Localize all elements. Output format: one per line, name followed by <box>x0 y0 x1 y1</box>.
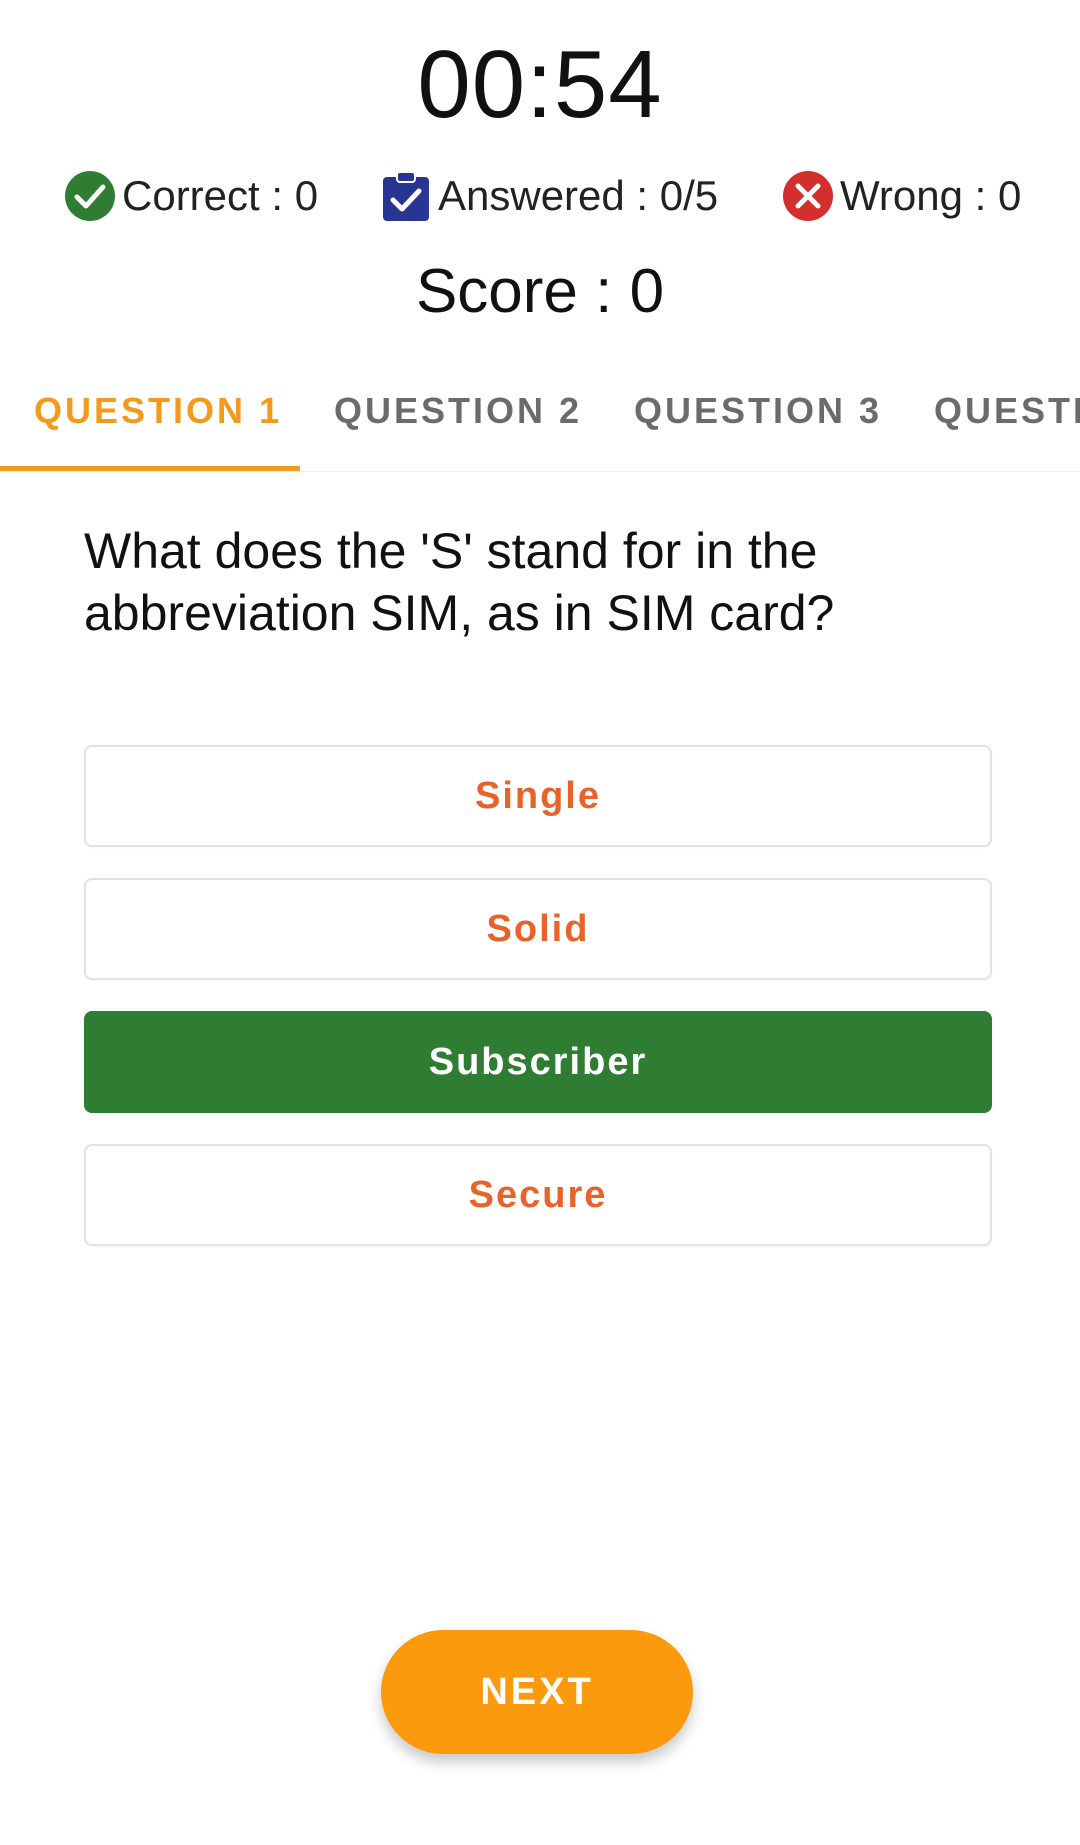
correct-stat: Correct : 0 <box>64 170 318 222</box>
check-circle-icon <box>64 170 116 222</box>
clipboard-check-icon <box>380 170 432 222</box>
score-label: Score : 0 <box>415 257 665 326</box>
tab-question-3[interactable]: QUESTION 3 <box>634 390 882 432</box>
option-secure-button[interactable]: Secure <box>84 1144 992 1246</box>
next-button[interactable]: NEXT <box>381 1630 693 1754</box>
question-text: What does the 'S' stand for in the abbre… <box>84 523 835 641</box>
option-solid-button[interactable]: Solid <box>84 878 992 980</box>
option-single-button[interactable]: Single <box>84 745 992 847</box>
wrong-stat: Wrong : 0 <box>782 170 1021 222</box>
option-subscriber-button[interactable]: Subscriber <box>84 1011 992 1113</box>
tab-question-2[interactable]: QUESTION 2 <box>334 390 582 432</box>
answered-stat: Answered : 0/5 <box>380 170 718 222</box>
cancel-circle-icon <box>782 170 834 222</box>
correct-count-label: Correct : 0 <box>122 172 319 219</box>
answered-count-label: Answered : 0/5 <box>438 172 719 219</box>
active-tab-indicator <box>0 466 300 471</box>
tab-question-1[interactable]: QUESTION 1 <box>34 390 282 432</box>
stats-bar: Correct : 0 Answered : 0/5 Wrong : 0 <box>0 170 1080 230</box>
wrong-count-label: Wrong : 0 <box>840 172 1022 219</box>
countdown-timer: 00:54 <box>417 31 663 138</box>
tab-question-4[interactable]: QUESTI <box>934 390 1080 432</box>
question-tabs: QUESTION 1 QUESTION 2 QUESTION 3 QUESTI <box>0 370 1080 472</box>
answer-options: Single Solid Subscriber Secure <box>84 745 992 1277</box>
